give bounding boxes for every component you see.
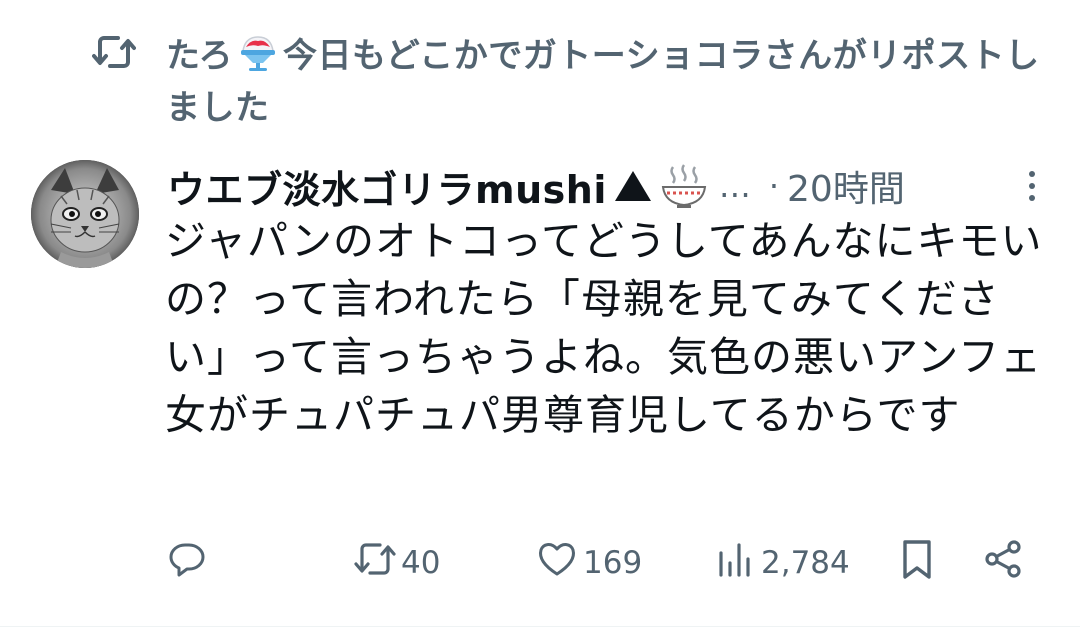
shaved-ice-icon: [235, 33, 281, 73]
share-button[interactable]: [981, 538, 1025, 588]
action-bar: 40 169 2,784: [165, 538, 1035, 588]
repost-text: 今日もどこかでガトーショコラさんがリポストしました: [166, 36, 1040, 128]
post-text: ジャパンのオトコってどうしてあんなにキモいの？って言われたら「母親を見てみてくだ…: [165, 217, 1043, 439]
repost-button[interactable]: 40: [353, 538, 440, 588]
black-triangle-icon: [613, 168, 653, 204]
share-icon: [981, 537, 1025, 589]
reply-button[interactable]: [165, 538, 213, 588]
repost-icon: [92, 32, 136, 72]
views-chart-icon: [713, 537, 757, 589]
author-line: ウエブ淡水ゴリラmushi … · 20時間: [167, 158, 1047, 214]
repost-label[interactable]: たろ 今日もどこかでガトーショコラさんがリポストしました: [166, 30, 1052, 134]
post-card[interactable]: たろ 今日もどこかでガトーショコラさんがリポストしました ウエブ淡水ゴリラmus…: [0, 0, 1080, 630]
cat-sketch-avatar: [31, 160, 139, 268]
separator-dot: ·: [768, 167, 780, 205]
display-name[interactable]: ウエブ淡水ゴリラmushi: [167, 159, 607, 214]
hot-bowl-icon: [659, 163, 709, 209]
views-count: 2,784: [761, 545, 850, 581]
reply-icon: [165, 537, 209, 589]
like-button[interactable]: 169: [535, 538, 642, 588]
more-options-icon[interactable]: [1017, 166, 1047, 206]
repost-header: たろ 今日もどこかでガトーショコラさんがリポストしました: [92, 30, 1052, 134]
name-truncation: …: [718, 167, 751, 205]
repost-user-prefix: たろ: [166, 36, 233, 76]
bookmark-icon: [895, 537, 939, 589]
views-button[interactable]: 2,784: [713, 538, 850, 588]
repost-action-icon: [353, 537, 397, 589]
like-count: 169: [583, 545, 643, 581]
timestamp[interactable]: 20時間: [787, 160, 905, 212]
repost-count: 40: [401, 545, 441, 581]
divider: [0, 626, 1080, 627]
bookmark-button[interactable]: [895, 538, 939, 588]
heart-icon: [535, 537, 579, 589]
avatar[interactable]: [31, 160, 139, 268]
